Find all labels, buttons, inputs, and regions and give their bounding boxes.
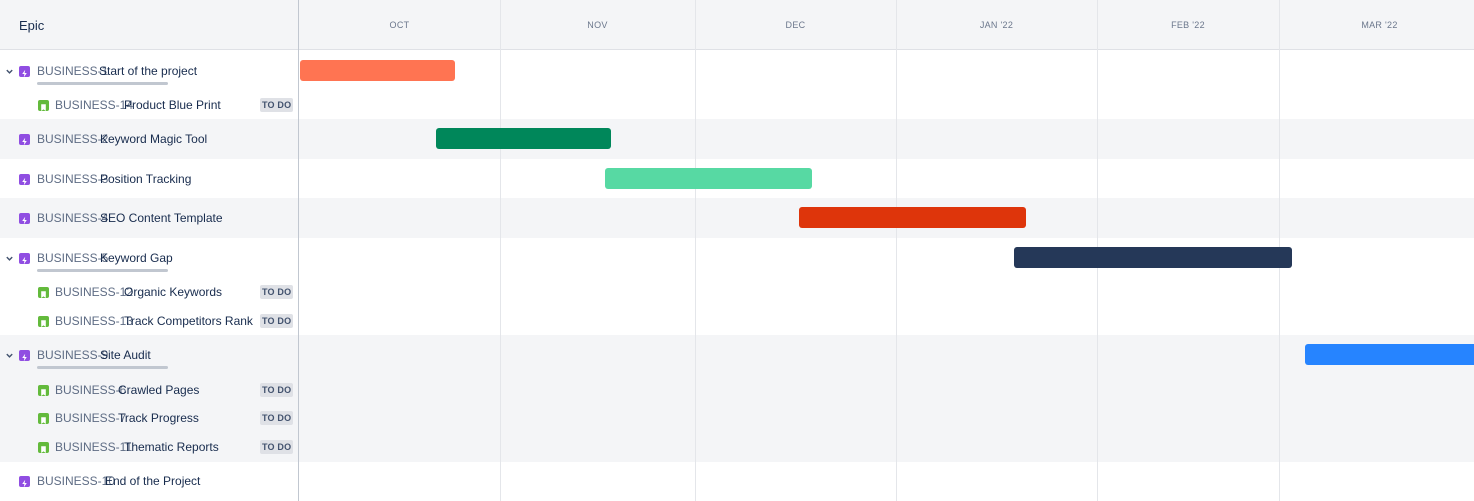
- chevron-down-icon[interactable]: [5, 254, 14, 263]
- lightning-icon: [19, 65, 30, 77]
- bookmark-icon: [38, 99, 49, 111]
- chevron-down-icon[interactable]: [5, 351, 14, 360]
- issue-title[interactable]: Position Tracking: [100, 172, 191, 186]
- epic-column-header: Epic: [0, 0, 298, 50]
- issue-key[interactable]: BUSINESS-4: [37, 211, 108, 225]
- epic-progress-bar: [37, 82, 168, 85]
- issue-key[interactable]: BUSINESS-6: [55, 383, 126, 397]
- epic-row[interactable]: BUSINESS-9 Site Audit: [0, 343, 298, 367]
- month-jan: JAN '22: [979, 20, 1014, 30]
- issue-key[interactable]: BUSINESS-11: [55, 440, 132, 454]
- issue-title[interactable]: Product Blue Print: [124, 98, 221, 112]
- issue-key[interactable]: BUSINESS-3: [37, 172, 108, 186]
- story-row[interactable]: BUSINESS-11 Thematic Reports TO DO: [0, 435, 298, 459]
- issue-title[interactable]: Keyword Magic Tool: [100, 132, 207, 146]
- issue-title[interactable]: Thematic Reports: [124, 440, 219, 454]
- chevron-down-icon[interactable]: [5, 67, 14, 76]
- issue-title[interactable]: Track Competitors Rank: [124, 314, 253, 328]
- bookmark-icon: [38, 412, 49, 424]
- lightning-icon: [19, 349, 30, 361]
- timeline-bar-business-2[interactable]: [436, 128, 611, 149]
- story-row[interactable]: BUSINESS-13 Track Competitors Rank TO DO: [0, 309, 298, 333]
- month-oct: OCT: [389, 20, 410, 30]
- issue-key[interactable]: BUSINESS-10: [37, 474, 115, 488]
- issue-key[interactable]: BUSINESS-1: [37, 64, 108, 78]
- story-row[interactable]: BUSINESS-14 Product Blue Print TO DO: [0, 93, 298, 117]
- timeline-bar-business-9[interactable]: [1305, 344, 1474, 365]
- issue-key[interactable]: BUSINESS-7: [55, 411, 126, 425]
- lightning-icon: [19, 133, 30, 145]
- epic-row[interactable]: BUSINESS-10 End of the Project: [0, 469, 298, 493]
- story-row[interactable]: BUSINESS-12 Organic Keywords TO DO: [0, 280, 298, 304]
- issue-title[interactable]: Site Audit: [100, 348, 151, 362]
- timeline-bar-business-5[interactable]: [1014, 247, 1292, 268]
- issue-title[interactable]: SEO Content Template: [100, 211, 223, 225]
- status-badge: TO DO: [260, 383, 294, 397]
- timeline-bar-business-4[interactable]: [799, 207, 1026, 228]
- timeline-bar-business-3[interactable]: [605, 168, 812, 189]
- status-badge: TO DO: [260, 314, 294, 328]
- lightning-icon: [19, 212, 30, 224]
- month-nov: NOV: [587, 20, 608, 30]
- issue-key[interactable]: BUSINESS-14: [55, 98, 133, 112]
- bookmark-icon: [38, 441, 49, 453]
- issue-title[interactable]: Keyword Gap: [100, 251, 173, 265]
- issue-title[interactable]: Track Progress: [118, 411, 199, 425]
- panel-divider[interactable]: [298, 0, 299, 501]
- bookmark-icon: [38, 315, 49, 327]
- lightning-icon: [19, 252, 30, 264]
- month-feb: FEB '22: [1171, 20, 1205, 30]
- epic-row[interactable]: BUSINESS-2 Keyword Magic Tool: [0, 127, 298, 151]
- timeline-bar-business-1[interactable]: [300, 60, 455, 81]
- epic-progress-bar: [37, 366, 168, 369]
- issue-key[interactable]: BUSINESS-13: [55, 314, 133, 328]
- lightning-icon: [19, 173, 30, 185]
- issue-title[interactable]: Start of the project: [99, 64, 197, 78]
- status-badge: TO DO: [260, 285, 294, 299]
- timeline-header: Epic OCT NOV DEC JAN '22 FEB '22 MAR '22: [0, 0, 1474, 50]
- status-badge: TO DO: [260, 440, 294, 454]
- issue-title[interactable]: End of the Project: [105, 474, 200, 488]
- month-mar: MAR '22: [1361, 20, 1398, 30]
- epic-row[interactable]: BUSINESS-5 Keyword Gap: [0, 246, 298, 270]
- bookmark-icon: [38, 384, 49, 396]
- issue-title[interactable]: Organic Keywords: [124, 285, 222, 299]
- status-badge: TO DO: [260, 98, 294, 112]
- story-row[interactable]: BUSINESS-6 Crawled Pages TO DO: [0, 378, 298, 402]
- month-dec: DEC: [785, 20, 806, 30]
- month-gridline: [695, 0, 696, 501]
- story-row[interactable]: BUSINESS-7 Track Progress TO DO: [0, 406, 298, 430]
- epic-progress-bar: [37, 269, 168, 272]
- issue-key[interactable]: BUSINESS-12: [55, 285, 133, 299]
- month-gridline: [896, 0, 897, 501]
- epic-row[interactable]: BUSINESS-3 Position Tracking: [0, 167, 298, 191]
- epic-row[interactable]: BUSINESS-4 SEO Content Template: [0, 206, 298, 230]
- issue-key[interactable]: BUSINESS-9: [37, 348, 108, 362]
- lightning-icon: [19, 475, 30, 487]
- epic-row[interactable]: BUSINESS-1 Start of the project: [0, 59, 298, 83]
- status-badge: TO DO: [260, 411, 294, 425]
- issue-title[interactable]: Crawled Pages: [118, 383, 199, 397]
- epic-column-label: Epic: [19, 18, 45, 33]
- issue-key[interactable]: BUSINESS-2: [37, 132, 108, 146]
- issue-key[interactable]: BUSINESS-5: [37, 251, 108, 265]
- month-gridline: [500, 0, 501, 501]
- bookmark-icon: [38, 286, 49, 298]
